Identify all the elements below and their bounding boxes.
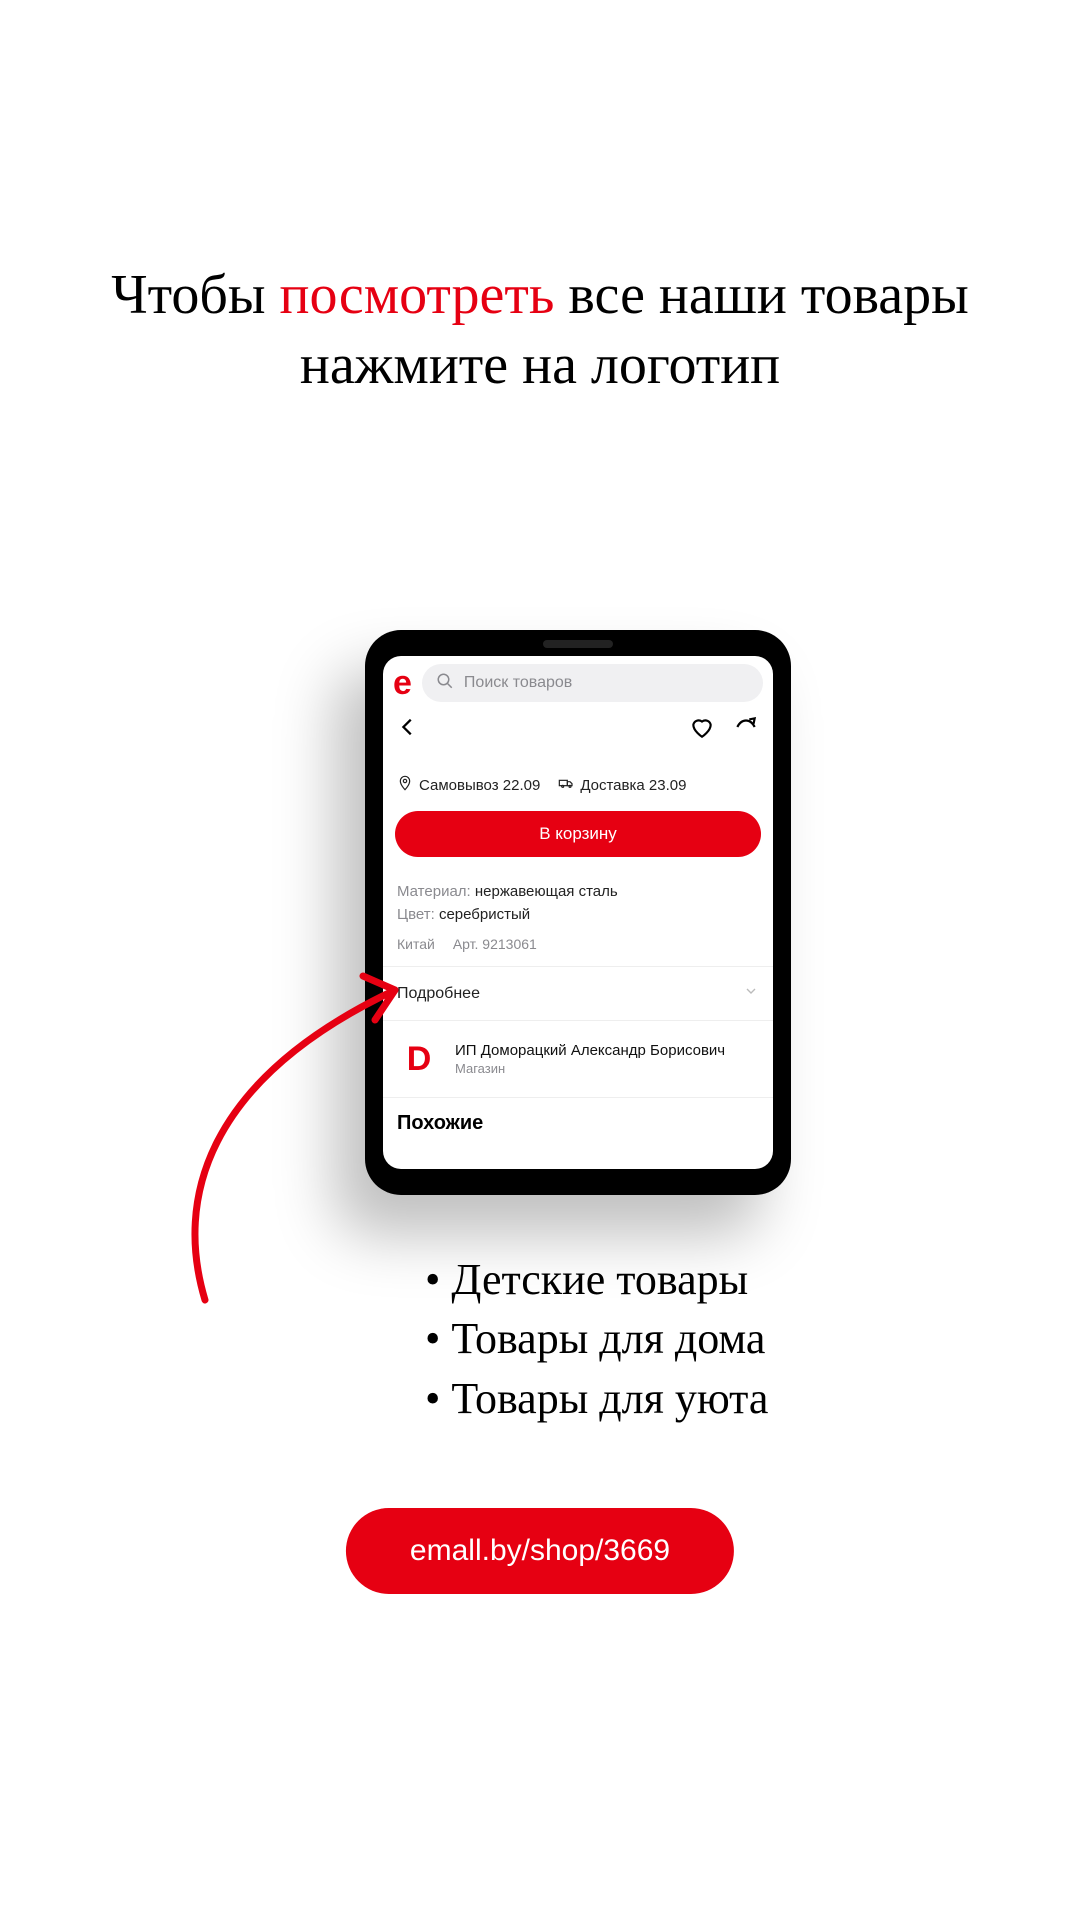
tablet-screen: e Поиск товаров: [383, 656, 773, 1169]
headline-line2: нажмите на логотип: [300, 334, 780, 396]
cta-label: В корзину: [539, 824, 617, 844]
truck-icon: [558, 775, 574, 795]
chevron-down-icon: [743, 983, 759, 1004]
spec-material-value: нержавеющая сталь: [475, 883, 618, 900]
more-row[interactable]: Подробнее: [383, 971, 773, 1016]
spec-color-value: серебристый: [439, 906, 530, 923]
spec-color: Цвет: серебристый: [397, 904, 759, 927]
nav-row: [383, 708, 773, 747]
shop-link-pill[interactable]: emall.by/shop/3669: [346, 1508, 734, 1594]
search-icon: [436, 672, 454, 695]
shop-name: ИП Доморацкий Александр Борисович: [455, 1042, 725, 1059]
bullet-item: Товары для уюта: [425, 1369, 768, 1428]
tablet-frame: e Поиск товаров: [365, 630, 791, 1195]
spec-material-label: Материал:: [397, 883, 471, 900]
pin-icon: [397, 775, 413, 795]
headline: Чтобы посмотреть все наши товары нажмите…: [0, 260, 1080, 400]
similar-heading: Похожие: [383, 1102, 773, 1145]
tablet-camera: [543, 640, 613, 648]
pickup-chip[interactable]: Самовывоз 22.09: [397, 775, 540, 795]
shop-row[interactable]: D ИП Доморацкий Александр Борисович Мага…: [383, 1025, 773, 1093]
headline-part1: Чтобы: [111, 264, 279, 326]
shop-avatar-letter: D: [407, 1040, 432, 1079]
divider: [383, 966, 773, 967]
divider: [383, 1020, 773, 1021]
more-label: Подробнее: [397, 985, 480, 1003]
country-label: Китай: [397, 936, 435, 952]
delivery-chip[interactable]: Доставка 23.09: [558, 775, 686, 795]
bullet-item: Товары для дома: [425, 1309, 768, 1368]
share-icon[interactable]: [733, 714, 759, 745]
specs-block: Материал: нержавеющая сталь Цвет: серебр…: [383, 867, 773, 930]
divider: [383, 1097, 773, 1098]
shop-sub: Магазин: [455, 1061, 725, 1076]
spec-material: Материал: нержавеющая сталь: [397, 881, 759, 904]
app-topbar: e Поиск товаров: [383, 656, 773, 708]
search-input[interactable]: Поиск товаров: [422, 664, 763, 702]
bullet-item: Детские товары: [425, 1250, 768, 1309]
shop-link-label: emall.by/shop/3669: [410, 1534, 670, 1567]
pickup-label: Самовывоз 22.09: [419, 777, 540, 794]
headline-accent: посмотреть: [279, 264, 554, 326]
headline-part2: все наши товары: [554, 264, 968, 326]
shop-avatar[interactable]: D: [397, 1037, 441, 1081]
app-logo[interactable]: e: [393, 666, 412, 700]
shop-info: ИП Доморацкий Александр Борисович Магази…: [455, 1042, 725, 1076]
delivery-row: Самовывоз 22.09 Доставка 23.09: [383, 747, 773, 805]
sku-label: Арт. 9213061: [453, 936, 537, 952]
add-to-cart-button[interactable]: В корзину: [395, 811, 761, 857]
search-placeholder: Поиск товаров: [464, 674, 572, 692]
meta-row: Китай Арт. 9213061: [383, 930, 773, 962]
heart-icon[interactable]: [689, 714, 715, 745]
spec-color-label: Цвет:: [397, 906, 435, 923]
bullet-list: Детские товары Товары для дома Товары дл…: [425, 1250, 768, 1428]
back-button[interactable]: [397, 716, 419, 743]
delivery-label: Доставка 23.09: [580, 777, 686, 794]
